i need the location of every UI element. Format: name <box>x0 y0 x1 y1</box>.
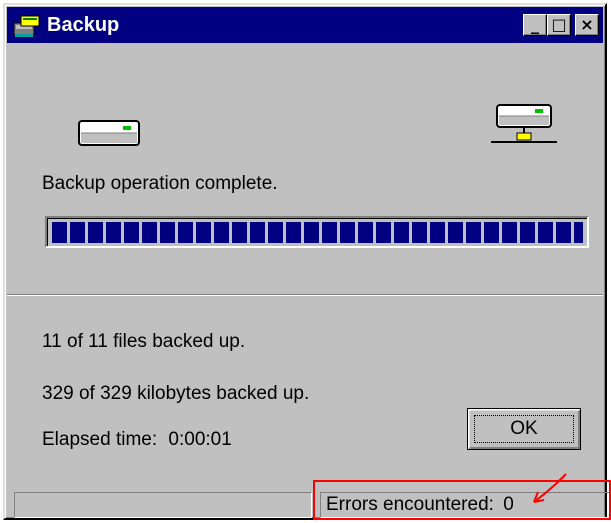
kilobytes-summary: 329 of 329 kilobytes backed up. <box>42 383 310 404</box>
maximize-icon: □ <box>551 15 567 34</box>
maximize-button[interactable]: □ <box>547 14 571 36</box>
ok-button-label: OK <box>474 415 574 443</box>
network-drive-icon <box>491 104 557 143</box>
minimize-icon: _ <box>531 15 539 34</box>
errors-count: 0 <box>503 494 514 515</box>
title-bar[interactable]: Backup _ □ × <box>7 7 603 43</box>
progress-bar <box>45 216 589 248</box>
errors-label: Errors encountered: <box>326 494 494 515</box>
progress-fill <box>52 222 583 243</box>
elapsed-time: Elapsed time: 0:00:01 <box>42 429 232 451</box>
window-title: Backup <box>47 14 120 36</box>
elapsed-time-value: 0:00:01 <box>168 429 232 450</box>
ok-button[interactable]: OK <box>467 408 581 450</box>
backup-app-icon <box>13 15 40 37</box>
backup-window: Backup _ □ × Backup operation complete. … <box>3 3 610 520</box>
status-message: Backup operation complete. <box>42 173 278 194</box>
elapsed-time-label: Elapsed time: <box>42 429 158 450</box>
divider <box>7 294 603 296</box>
statusbar-left-panel <box>14 492 312 518</box>
disk-drive-icon <box>78 120 140 146</box>
close-icon: × <box>580 15 594 34</box>
minimize-button[interactable]: _ <box>523 14 547 36</box>
errors-panel: Errors encountered: 0 <box>320 492 610 518</box>
files-summary: 11 of 11 files backed up. <box>42 331 246 352</box>
close-button[interactable]: × <box>575 14 599 36</box>
